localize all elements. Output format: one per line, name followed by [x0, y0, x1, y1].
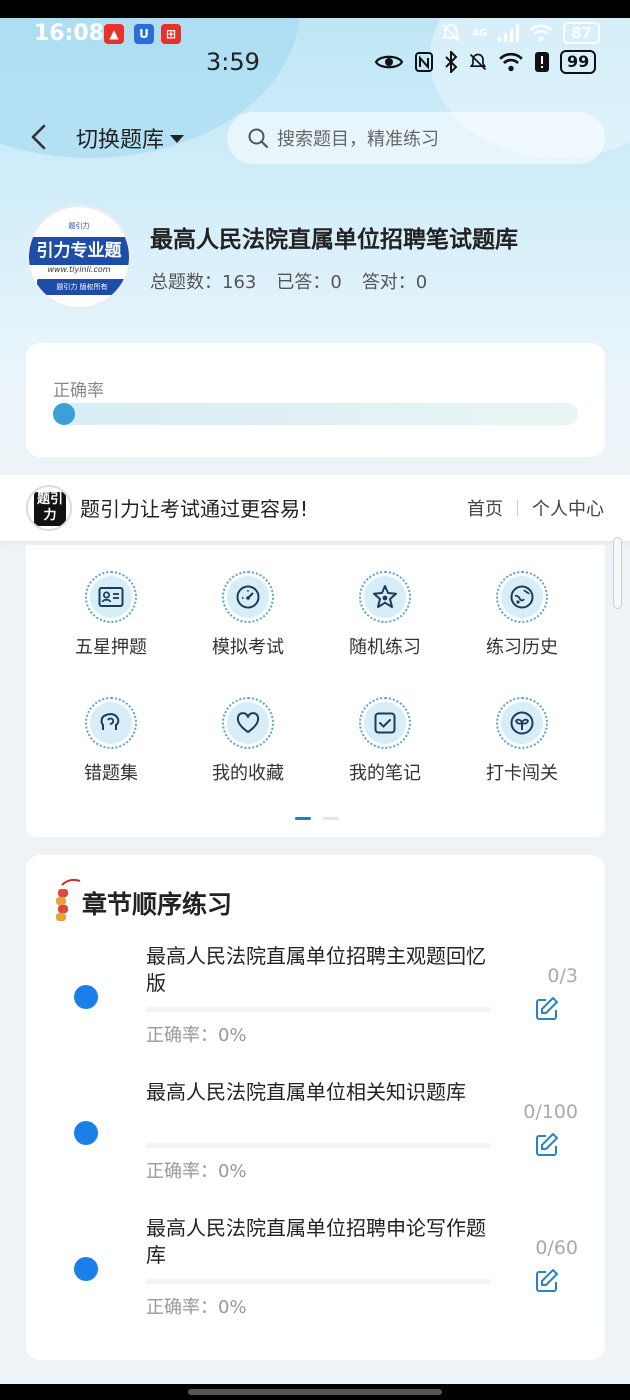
- edit-icon[interactable]: [534, 1268, 560, 1294]
- chapter-practice-card: 章节顺序练习 最高人民法院直属单位招聘主观题回忆版 正确率：0% 0/3 最高人…: [26, 855, 605, 1360]
- device-battery: 87: [563, 22, 600, 44]
- chapter-count: 0/60: [535, 1237, 578, 1259]
- caret-down-icon: [170, 135, 185, 143]
- network-type: 4G: [471, 27, 488, 39]
- chapter-accuracy: 正确率：0%: [146, 1161, 247, 1182]
- eye-icon: [374, 55, 404, 69]
- chapter-progress-bar: [146, 1143, 491, 1148]
- promo-slogan: 题引力让考试通过更容易!: [80, 497, 309, 521]
- brand-logo: 题引力: [26, 485, 72, 531]
- total-count: 总题数：163: [150, 272, 257, 293]
- search-input[interactable]: 搜索题目，精准练习: [227, 112, 605, 164]
- chapter-row[interactable]: 最高人民法院直属单位相关知识题库 正确率：0% 0/100: [26, 1079, 605, 1209]
- gauge-icon: [236, 585, 260, 609]
- chapter-name: 最高人民法院直属单位招聘主观题回忆版: [146, 944, 486, 995]
- profile-link[interactable]: 个人中心: [532, 495, 604, 521]
- back-button[interactable]: [24, 120, 56, 154]
- page-indicator: [295, 817, 339, 820]
- bluetooth-icon: [445, 51, 458, 73]
- grid-item-checkin[interactable]: 打卡闯关: [462, 697, 582, 785]
- brain-icon: [100, 713, 120, 730]
- answered-count: 已答：0: [276, 272, 342, 293]
- switch-bank-label: 切换题库: [76, 128, 165, 153]
- chapter-name: 最高人民法院直属单位相关知识题库: [146, 1080, 466, 1104]
- page-dot[interactable]: [323, 817, 339, 820]
- status-dot: [74, 985, 98, 1009]
- chapter-count: 0/3: [547, 965, 578, 987]
- top-nav-bar: 切换题库 搜索题目，精准练习: [0, 110, 630, 166]
- page-dot[interactable]: [295, 817, 311, 820]
- chapter-row[interactable]: 最高人民法院直属单位招聘主观题回忆版 正确率：0% 0/3: [26, 943, 605, 1073]
- accuracy-progress-fill: [53, 403, 75, 425]
- chapter-row[interactable]: 最高人民法院直属单位招聘申论写作题库 正确率：0% 0/60: [26, 1215, 605, 1345]
- edit-icon[interactable]: [534, 996, 560, 1022]
- top-black-bar: [0, 0, 630, 18]
- bank-stats: 总题数：163 已答：0 答对：0: [150, 268, 427, 294]
- app-notification-icon: ⊞: [161, 24, 181, 44]
- chapter-section-title: 章节顺序练习: [82, 890, 233, 919]
- alert-icon: [535, 52, 549, 72]
- grid-item-favorites[interactable]: 我的收藏: [188, 697, 308, 785]
- chevron-left-icon: [31, 124, 46, 150]
- bank-header: 题引力 引力专业题 www.tiyinli.com 题引力 版权所有 最高人民法…: [0, 200, 630, 310]
- heart-icon: [236, 712, 260, 733]
- status-dot: [74, 1257, 98, 1281]
- chapter-progress-bar: [146, 1279, 491, 1284]
- wifi-icon: [530, 24, 553, 42]
- home-indicator[interactable]: [188, 1389, 442, 1395]
- mute-icon: [469, 53, 487, 71]
- chapter-name: 最高人民法院直属单位招聘申论写作题库: [146, 1216, 486, 1267]
- app-notification-icon: U: [134, 24, 154, 44]
- switch-bank-dropdown[interactable]: 切换题库: [76, 122, 185, 154]
- grid-item-wrong-questions[interactable]: 错题集: [51, 697, 171, 785]
- note-check-icon: [374, 712, 396, 734]
- id-card-icon: [98, 587, 124, 607]
- inner-clock: 3:59: [206, 48, 260, 76]
- status-dot: [74, 1121, 98, 1145]
- chapter-accuracy: 正确率：0%: [146, 1025, 247, 1046]
- inner-status-bar: 3:59 99: [0, 46, 630, 82]
- grid-item-mock-exam[interactable]: 模拟考试: [188, 571, 308, 659]
- accuracy-card: 正确率: [26, 343, 605, 457]
- edit-icon[interactable]: [534, 1132, 560, 1158]
- signal-icon: [498, 24, 520, 42]
- search-placeholder: 搜索题目，精准练习: [277, 129, 439, 150]
- bank-title: 最高人民法院直属单位招聘笔试题库: [150, 227, 518, 253]
- history-icon: [510, 585, 534, 609]
- scrollbar-thumb[interactable]: [613, 537, 622, 609]
- wifi-icon: [499, 52, 523, 72]
- firecracker-icon: [56, 878, 81, 921]
- grid-item-random-practice[interactable]: 随机练习: [325, 571, 445, 659]
- chapter-accuracy: 正确率：0%: [146, 1297, 247, 1318]
- sprout-icon: [510, 711, 534, 735]
- inner-battery: 99: [560, 50, 597, 74]
- accuracy-progress-track: [53, 403, 578, 425]
- accuracy-label: 正确率: [53, 381, 104, 401]
- grid-item-notes[interactable]: 我的笔记: [325, 697, 445, 785]
- link-divider: [517, 500, 518, 516]
- grid-item-five-star[interactable]: 五星押题: [51, 571, 171, 659]
- random-star-icon: [373, 585, 397, 608]
- bank-logo: 题引力 引力专业题 www.tiyinli.com 题引力 版权所有: [26, 204, 132, 310]
- nfc-icon: [415, 52, 433, 72]
- search-icon: [248, 128, 269, 149]
- promo-banner: 题引力 题引力让考试通过更容易! 首页 个人中心: [0, 475, 630, 541]
- chapter-count: 0/100: [523, 1101, 578, 1123]
- device-clock: 16:08: [34, 21, 105, 46]
- mute-icon: [441, 23, 460, 42]
- correct-count: 答对：0: [361, 272, 428, 293]
- home-link[interactable]: 首页: [467, 495, 503, 521]
- feature-grid: 五星押题 模拟考试 随机练习 练习历史 错题集 我的收藏 我的笔记 打卡闯关: [26, 545, 605, 837]
- chapter-progress-bar: [146, 1007, 491, 1012]
- grid-item-history[interactable]: 练习历史: [462, 571, 582, 659]
- app-notification-icon: ▲: [104, 24, 124, 44]
